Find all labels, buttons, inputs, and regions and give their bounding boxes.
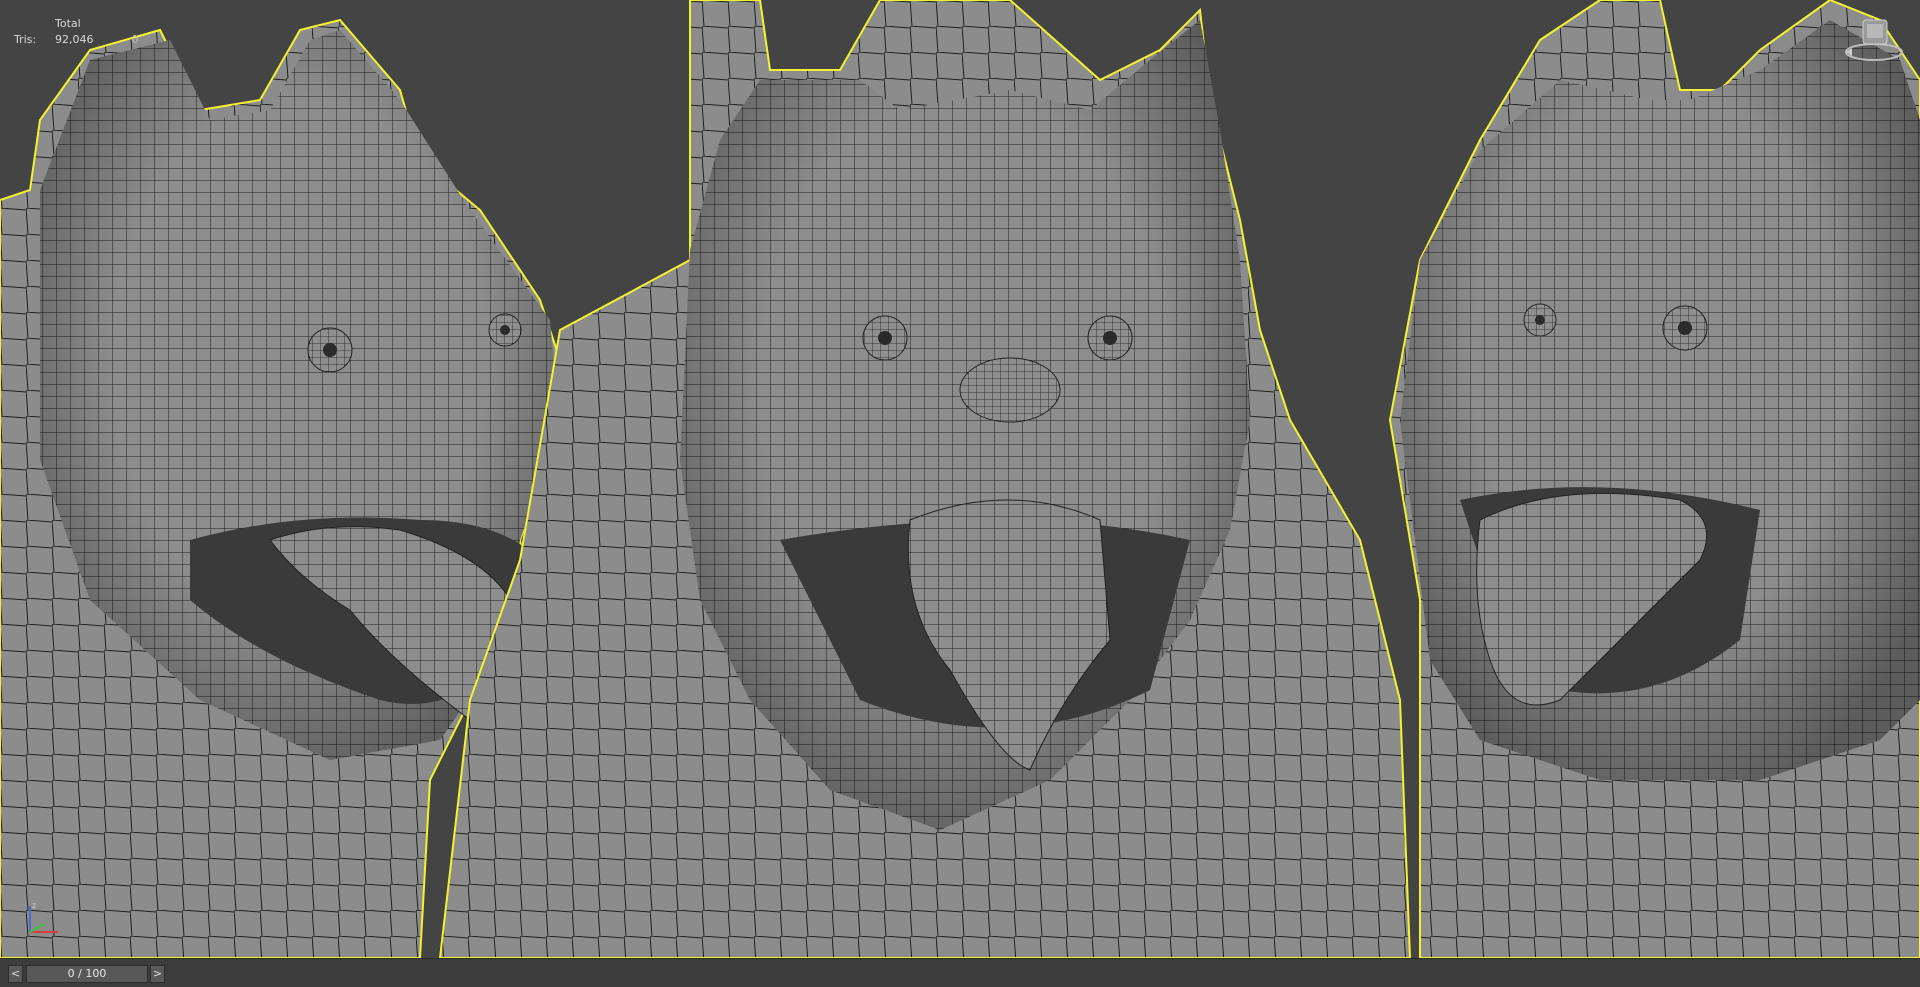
axis-tripod-icon: z — [29, 901, 58, 933]
time-slider[interactable]: 0 / 100 — [26, 965, 148, 983]
tris-value: 92,046 — [55, 33, 94, 46]
viewport-stats: Total Tris: 92,046 0 — [14, 16, 139, 48]
right-head-mesh[interactable] — [1388, 0, 1920, 958]
time-slider-bar: < 0 / 100 > — [0, 958, 1920, 987]
tris-label: Tris: — [14, 33, 37, 46]
stats-extra-value: 0 — [131, 33, 139, 46]
stats-header: Total — [55, 17, 81, 30]
viewcube-icon[interactable] — [1844, 18, 1904, 66]
next-frame-button[interactable]: > — [150, 965, 165, 983]
center-head-mesh[interactable] — [438, 0, 1412, 958]
viewport[interactable]: Total Tris: 92,046 0 z — [0, 0, 1920, 958]
svg-text:z: z — [32, 901, 36, 910]
mesh-scene[interactable] — [0, 0, 1920, 958]
prev-frame-button[interactable]: < — [8, 965, 23, 983]
